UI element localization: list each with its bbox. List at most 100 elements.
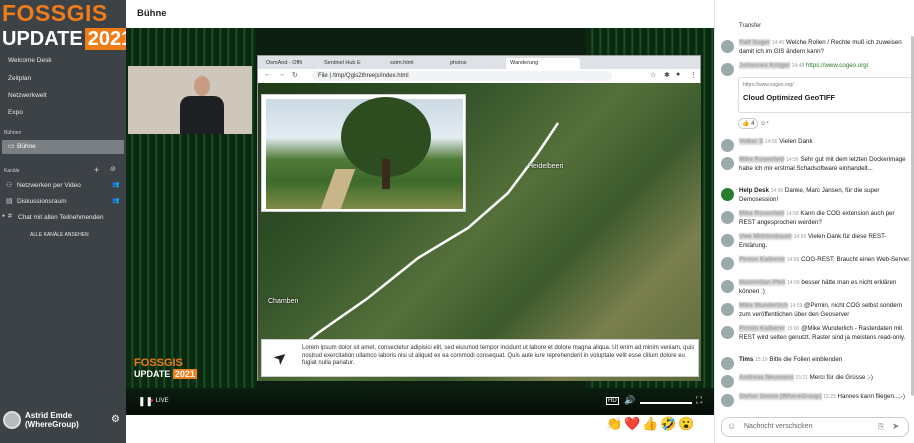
volume-slider[interactable] bbox=[640, 402, 692, 404]
nav-welcome-desk[interactable]: Welcome Desk bbox=[8, 57, 52, 64]
heart-icon[interactable]: ❤️ bbox=[624, 416, 640, 432]
message-author[interactable]: Mike Wunderlich bbox=[739, 302, 789, 309]
section-buehnen: Bühnen bbox=[4, 130, 22, 136]
3d-map-view[interactable]: Heidelbeeri Chamben ➤ Lorem ipsum dolor … bbox=[258, 83, 701, 381]
browser-tab-active[interactable]: Wanderung bbox=[506, 58, 580, 69]
forward-icon[interactable]: → bbox=[278, 71, 285, 78]
channel-chat-alle[interactable]: Chat mit allen Teilnehmenden bbox=[18, 214, 104, 221]
reload-icon[interactable]: ↻ bbox=[292, 71, 298, 79]
message-body: Vielen Dank bbox=[779, 138, 813, 145]
message-author[interactable]: Pirmin Kalberer bbox=[739, 256, 786, 263]
profile-icon[interactable]: ● bbox=[676, 71, 680, 78]
browser-tab[interactable]: sstm.html bbox=[386, 58, 442, 69]
avatar bbox=[721, 257, 734, 270]
people-icon: 👥 bbox=[112, 198, 120, 204]
avatar bbox=[721, 157, 734, 170]
nav-zeitplan[interactable]: Zeitplan bbox=[8, 75, 31, 82]
user-profile[interactable]: Astrid Emde (WhereGroup) ⚙ bbox=[3, 411, 123, 437]
add-reaction-icon[interactable]: ☺⁺ bbox=[760, 121, 769, 127]
shared-browser-window: OsmAnd - Offli Sentinel Hub E sstm.html … bbox=[257, 55, 701, 381]
channel-diskussionsraum[interactable]: Diskussionsraum bbox=[17, 198, 67, 205]
fullscreen-icon[interactable]: ⛶ bbox=[696, 395, 702, 406]
video-stage[interactable]: FOSSGIS UPDATE 2021 OsmAnd - Offli Senti… bbox=[126, 28, 714, 415]
sidebar-item-label: Bühne bbox=[17, 143, 36, 150]
message-author[interactable]: Help Desk bbox=[739, 187, 769, 194]
nav-expo[interactable]: Expo bbox=[8, 109, 23, 116]
message-time: 14:58 bbox=[786, 211, 799, 217]
thumbs-up-reaction[interactable]: 👍 4 bbox=[738, 118, 759, 129]
message-link[interactable]: https://www.cogeo.org/ bbox=[806, 62, 869, 69]
stage-logo-year: 2021 bbox=[172, 369, 197, 379]
avatar bbox=[721, 280, 734, 293]
message-time: 14:45 bbox=[771, 40, 785, 46]
message-author[interactable]: Mike Rosenfeld bbox=[739, 210, 785, 217]
laugh-icon[interactable]: 🤣 bbox=[660, 416, 676, 432]
back-icon[interactable]: ← bbox=[264, 71, 271, 78]
extension-icon[interactable]: ✱ bbox=[664, 71, 670, 79]
avatar bbox=[721, 394, 734, 407]
avatar bbox=[721, 188, 734, 201]
chat-panel: Transfer Ralf Suger 14:45 Welche Rollen … bbox=[714, 0, 914, 443]
gear-icon[interactable]: ⚙ bbox=[111, 414, 120, 425]
speaker-head bbox=[194, 76, 210, 96]
attachment-icon[interactable]: ⎘ bbox=[878, 422, 884, 432]
surprise-icon[interactable]: 😮 bbox=[678, 416, 694, 432]
photo-path bbox=[320, 169, 356, 209]
browser-tab[interactable]: Sentinel Hub E bbox=[320, 58, 382, 69]
channel-netzwerken[interactable]: Netzwerken per Video bbox=[17, 182, 81, 189]
photo-popup[interactable] bbox=[261, 94, 466, 212]
send-icon[interactable]: ➤ bbox=[892, 421, 900, 432]
avatar bbox=[721, 357, 734, 370]
chat-message-text: Andreas Neumann 15:21 Merci für die Grüs… bbox=[739, 374, 911, 383]
compass-icon[interactable]: ⊘ bbox=[110, 165, 116, 173]
chat-message-text: Johannes Krüger 14:48 https://www.cogeo.… bbox=[739, 62, 911, 71]
message-author[interactable]: Uwe Mühlenbauer bbox=[739, 233, 792, 240]
message-author[interactable]: Pirmin Kalberer bbox=[739, 325, 786, 332]
list-icon: ▤ bbox=[6, 198, 13, 205]
stage-logo-update: UPDATE bbox=[134, 369, 171, 379]
emoji-icon[interactable]: ☺ bbox=[727, 421, 736, 431]
avatar[interactable] bbox=[3, 411, 21, 429]
message-time: 14:59 bbox=[793, 234, 807, 240]
message-time: 14:59 bbox=[789, 303, 803, 309]
chat-message-text: Mike Rosenfeld 14:56 Sehr gut mit dem le… bbox=[739, 156, 911, 172]
browser-toolbar: ← → ↻ File | /tmp/Qgis2threejs/index.htm… bbox=[258, 69, 700, 83]
message-author[interactable]: Andreas Neumann bbox=[739, 374, 794, 381]
message-time: 14:48 bbox=[791, 63, 805, 69]
avatar bbox=[721, 40, 734, 53]
fossgis-logo[interactable]: FOSSGIS UPDATE 2021 bbox=[0, 0, 136, 53]
avatar bbox=[721, 375, 734, 388]
link-preview-card[interactable]: https://www.cogeo.org/ Cloud Optimized G… bbox=[738, 77, 912, 113]
url-field[interactable]: File | /tmp/Qgis2threejs/index.html bbox=[312, 71, 612, 81]
user-name: Astrid Emde (WhereGroup) bbox=[25, 411, 79, 429]
message-time: 15:21 bbox=[795, 375, 808, 381]
message-author[interactable]: Ralf Suger bbox=[739, 39, 770, 46]
chat-message-text: Tims 15:19 Bitte die Folien einblenden bbox=[739, 356, 911, 365]
message-body: COG-REST: Braucht einen Web-Server. bbox=[801, 256, 911, 263]
star-icon[interactable]: ☆ bbox=[650, 71, 656, 79]
add-channel-icon[interactable]: + bbox=[94, 165, 99, 175]
browser-tab[interactable]: photos bbox=[446, 58, 502, 69]
browser-tab[interactable]: OsmAnd - Offli bbox=[262, 58, 318, 69]
thumbs-up-icon[interactable]: 👍 bbox=[642, 416, 658, 432]
preview-url: https://www.cogeo.org/ bbox=[743, 82, 794, 88]
message-author[interactable]: Volker S bbox=[739, 138, 764, 145]
chat-input[interactable]: ☺ Nachricht verschicken ⎘ ➤ bbox=[721, 417, 909, 437]
main-stage-area: Bühne FOSSGIS UPDATE 2021 OsmAnd - Offli… bbox=[126, 0, 714, 443]
live-indicator: ● LIVE bbox=[150, 398, 169, 404]
chat-message-text: Maximilian Pfeil 14:59 besser hätte man … bbox=[739, 279, 911, 295]
hd-icon[interactable]: HD bbox=[606, 397, 619, 405]
message-author[interactable]: Johannes Krüger bbox=[739, 62, 790, 69]
message-author[interactable]: Mike Rosenfeld bbox=[739, 156, 785, 163]
description-text: Lorem ipsum dolor sit amet, consectetur … bbox=[302, 345, 695, 366]
menu-icon[interactable]: ⋮ bbox=[690, 71, 697, 79]
nav-netzwerkwelt[interactable]: Netzwerkwelt bbox=[8, 92, 47, 99]
volume-icon[interactable]: 🔊 bbox=[624, 395, 635, 406]
clap-icon[interactable]: 👏 bbox=[606, 416, 622, 432]
message-author[interactable]: Stefan Steine (WhereGroup) bbox=[739, 393, 822, 400]
all-channels-link[interactable]: ALLE KANÄLE ANSEHEN bbox=[30, 232, 89, 238]
message-author[interactable]: Maximilian Pfeil bbox=[739, 279, 786, 286]
chat-message-text: Mike Rosenfeld 14:58 Kann die COG extens… bbox=[739, 210, 911, 226]
sidebar-item-buehne[interactable]: ▭ Bühne bbox=[2, 140, 124, 154]
message-author[interactable]: Tims bbox=[739, 356, 753, 363]
